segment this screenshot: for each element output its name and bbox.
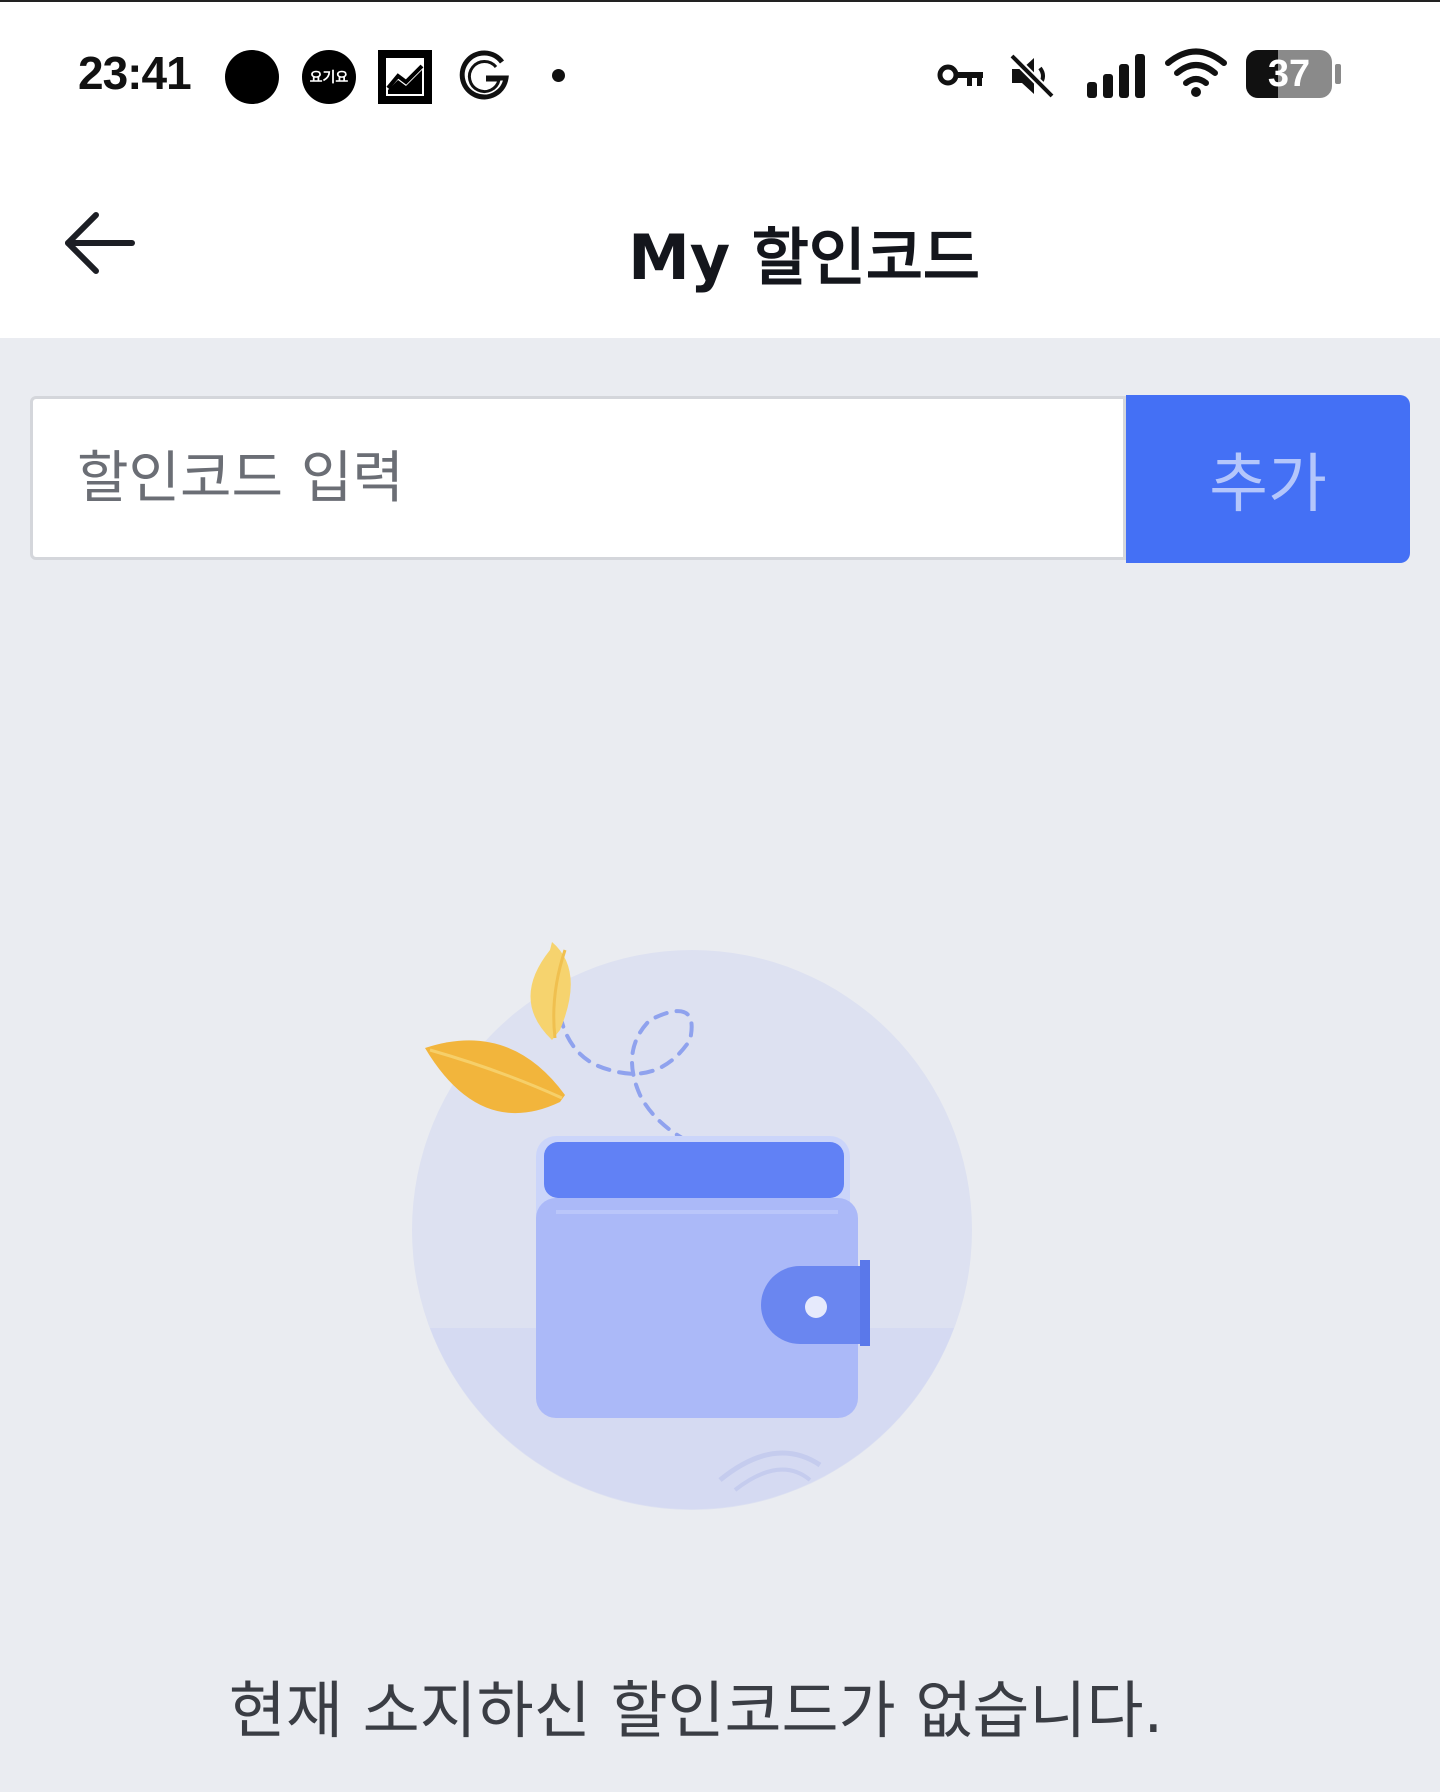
add-button[interactable]: 추가	[1126, 395, 1410, 563]
battery-level: 37	[1267, 53, 1311, 95]
discount-code-input[interactable]	[33, 399, 1123, 557]
yogiyo-icon: 요기요	[302, 50, 356, 104]
stock-chart-icon	[378, 50, 432, 104]
mute-icon	[1008, 52, 1056, 100]
discount-code-screen: 23:41 요기요 37 My 할인코드 할인코드 입력 추가 현재 소지하신 …	[0, 0, 1440, 1792]
circle-icon	[225, 50, 279, 104]
battery-icon: 37	[1246, 50, 1342, 98]
google-icon	[458, 48, 510, 104]
status-time: 23:41	[78, 47, 192, 99]
empty-state-message: 현재 소지하신 할인코드가 없습니다.	[228, 1674, 1164, 1747]
wifi-icon	[1165, 48, 1227, 98]
wallet-icon	[400, 920, 1000, 1520]
code-input-container	[30, 396, 1126, 560]
notification-dot-icon	[552, 69, 565, 82]
app-header: My 할인코드	[0, 145, 1440, 338]
signal-icon	[1085, 52, 1149, 98]
page-title: My 할인코드	[628, 221, 980, 294]
vpn-key-icon	[937, 58, 985, 92]
status-bar: 23:41 요기요 37	[0, 0, 1440, 145]
